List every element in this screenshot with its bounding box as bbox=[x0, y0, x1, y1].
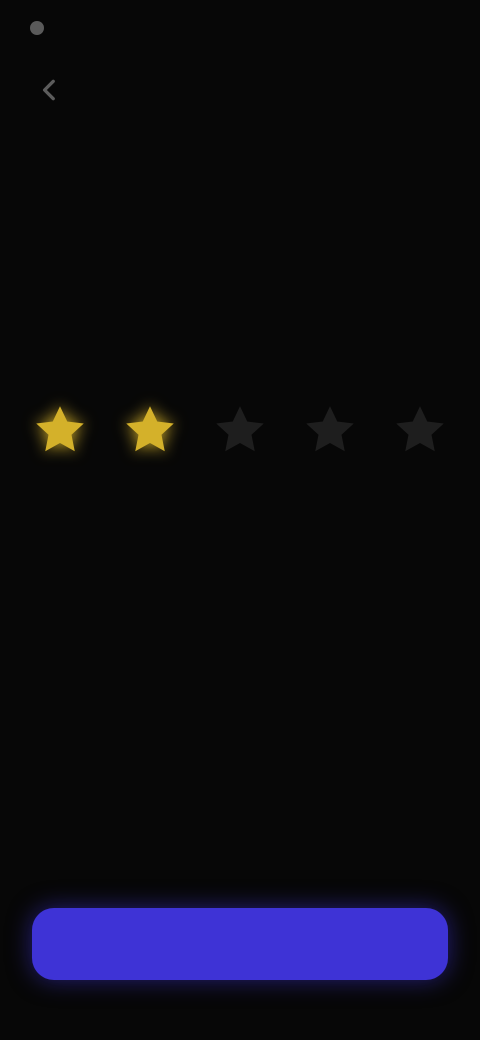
status-bar bbox=[30, 14, 54, 42]
star-1-button[interactable] bbox=[20, 392, 100, 468]
star-icon bbox=[396, 406, 444, 452]
back-button[interactable] bbox=[26, 66, 74, 114]
star-icon bbox=[36, 406, 84, 452]
star-2-button[interactable] bbox=[110, 392, 190, 468]
star-4-button[interactable] bbox=[290, 392, 370, 468]
star-icon bbox=[126, 406, 174, 452]
status-indicator-icon bbox=[30, 21, 44, 35]
star-3-button[interactable] bbox=[200, 392, 280, 468]
star-icon bbox=[306, 406, 354, 452]
chevron-left-icon bbox=[42, 79, 55, 101]
submit-button[interactable] bbox=[32, 908, 448, 980]
star-rating[interactable] bbox=[20, 392, 460, 468]
star-icon bbox=[216, 406, 264, 452]
star-5-button[interactable] bbox=[380, 392, 460, 468]
